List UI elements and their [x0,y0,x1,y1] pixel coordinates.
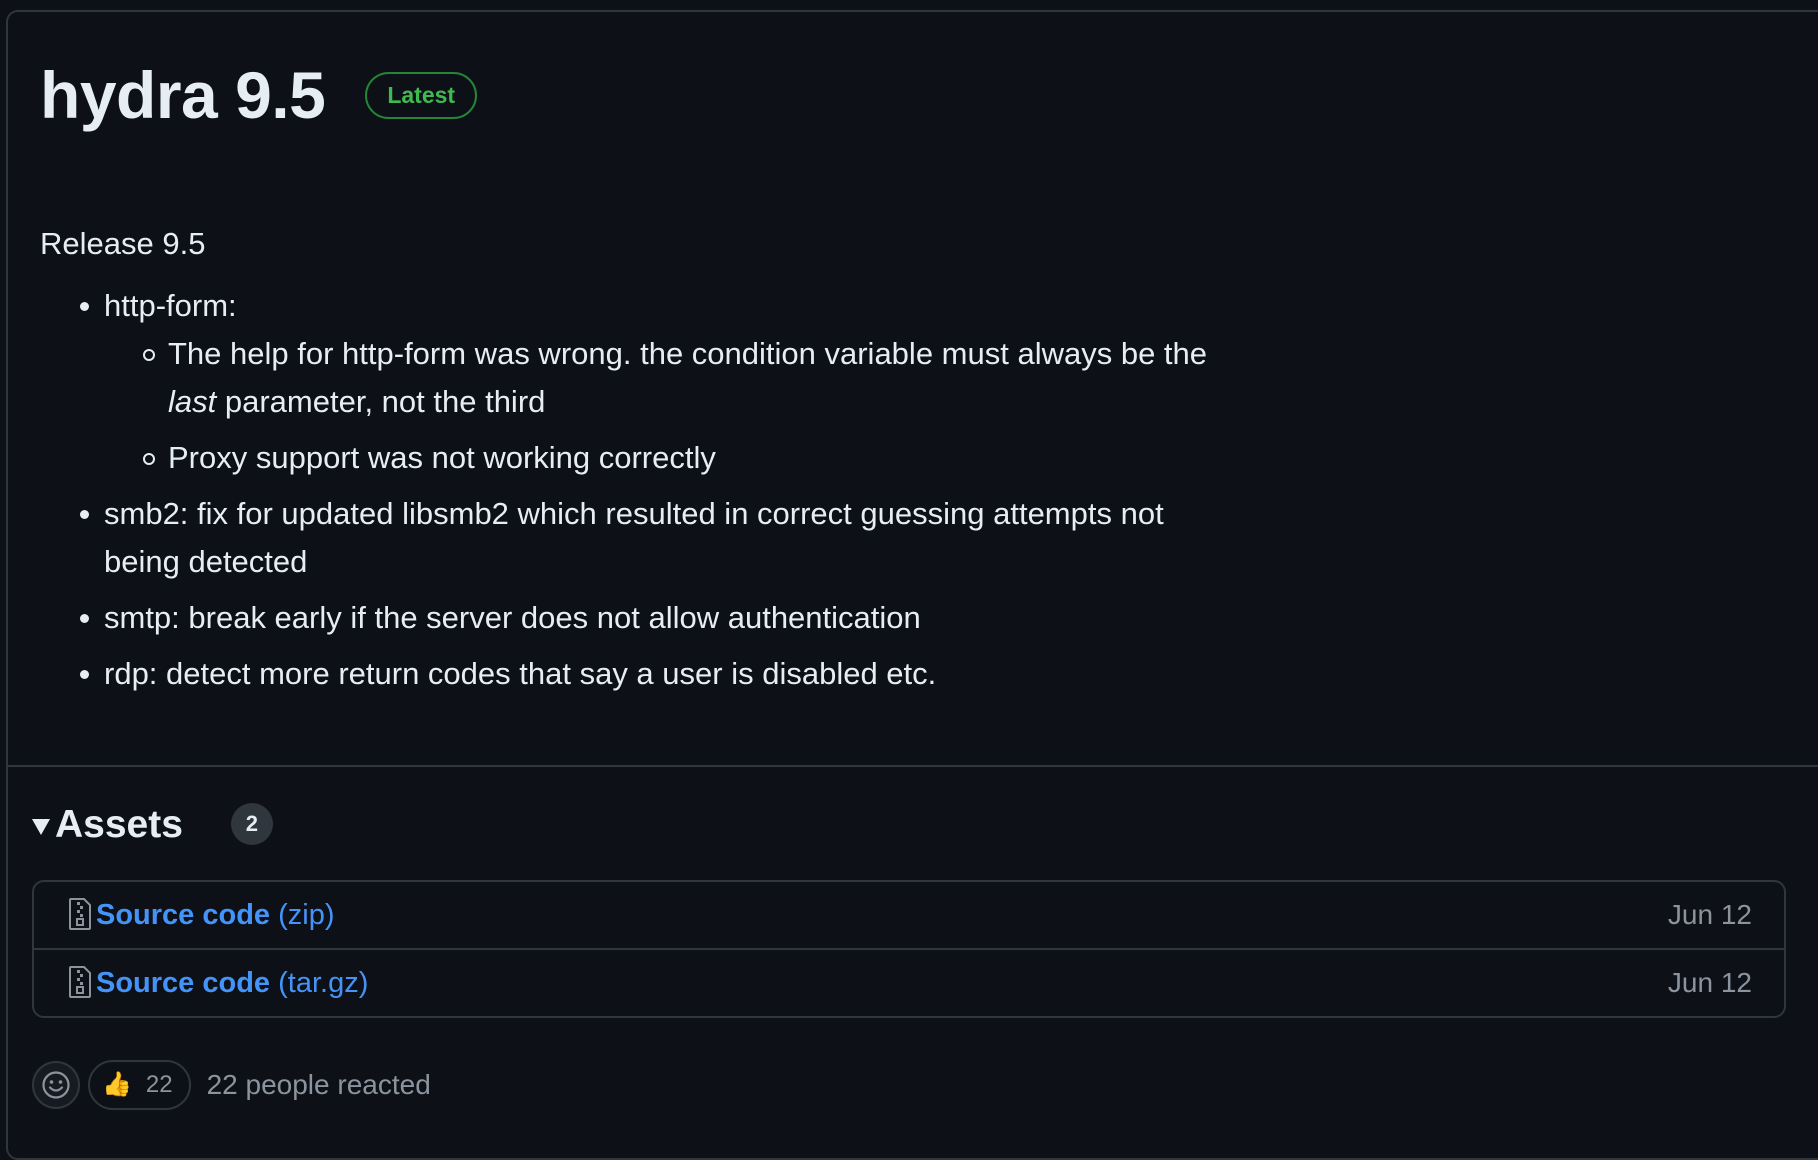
asset-date: Jun 12 [1667,899,1752,930]
list-item-help-fix: The help for http-form was wrong. the co… [104,330,1240,426]
help-fix-emphasis: last [168,384,217,419]
caret-down-icon [32,819,50,835]
notes-list: http-form: The help for http-form was wr… [40,282,1240,698]
reactions-bar: 👍 22 22 people reacted [32,1060,431,1110]
asset-name: Source code [96,966,271,999]
list-item-rdp: rdp: detect more return codes that say a… [40,650,1240,698]
http-form-label: http-form: [104,288,237,323]
assets-toggle[interactable]: Assets 2 [32,803,273,845]
notes-heading: Release 9.5 [40,226,206,261]
http-form-sublist: The help for http-form was wrong. the co… [104,330,1240,482]
asset-link-zip[interactable]: Source code (zip) [96,899,335,932]
assets-title: Assets [55,802,183,846]
asset-date: Jun 12 [1667,967,1752,998]
asset-link-targz[interactable]: Source code (tar.gz) [96,967,368,1000]
release-body: hydra 9.5 Latest Release 9.5 http-form: … [8,12,1818,767]
add-reaction-button[interactable] [32,1061,80,1109]
smiley-icon [42,1071,70,1099]
list-item-proxy: Proxy support was not working correctly [104,434,1240,482]
release-title-row: hydra 9.5 Latest [40,62,478,128]
list-item-smb2: smb2: fix for updated libsmb2 which resu… [40,490,1240,586]
asset-name: Source code [96,898,271,931]
asset-row: Source code (tar.gz) Jun 12 [34,948,1784,1016]
list-item-http-form: http-form: The help for http-form was wr… [40,282,1240,482]
asset-ext: (zip) [278,898,335,931]
thumbs-up-icon: 👍 [102,1071,132,1098]
help-fix-text-pre: The help for http-form was wrong. the co… [168,336,1208,371]
release-title[interactable]: hydra 9.5 [40,62,326,128]
file-zip-icon [69,898,91,930]
thumbs-up-reaction-button[interactable]: 👍 22 [88,1060,191,1110]
reaction-count: 22 [145,1071,173,1098]
help-fix-text-post: parameter, not the third [216,384,546,419]
release-notes: Release 9.5 http-form: The help for http… [40,220,1240,706]
asset-ext: (tar.gz) [278,966,369,999]
assets-list: Source code (zip) Jun 12 Source code (ta… [32,880,1786,1018]
list-item-smtp: smtp: break early if the server does not… [40,594,1240,642]
latest-badge: Latest [365,71,478,119]
asset-row: Source code (zip) Jun 12 [34,882,1784,948]
reaction-summary: 22 people reacted [206,1069,431,1100]
assets-count-badge: 2 [230,803,273,845]
file-zip-icon [69,966,91,998]
